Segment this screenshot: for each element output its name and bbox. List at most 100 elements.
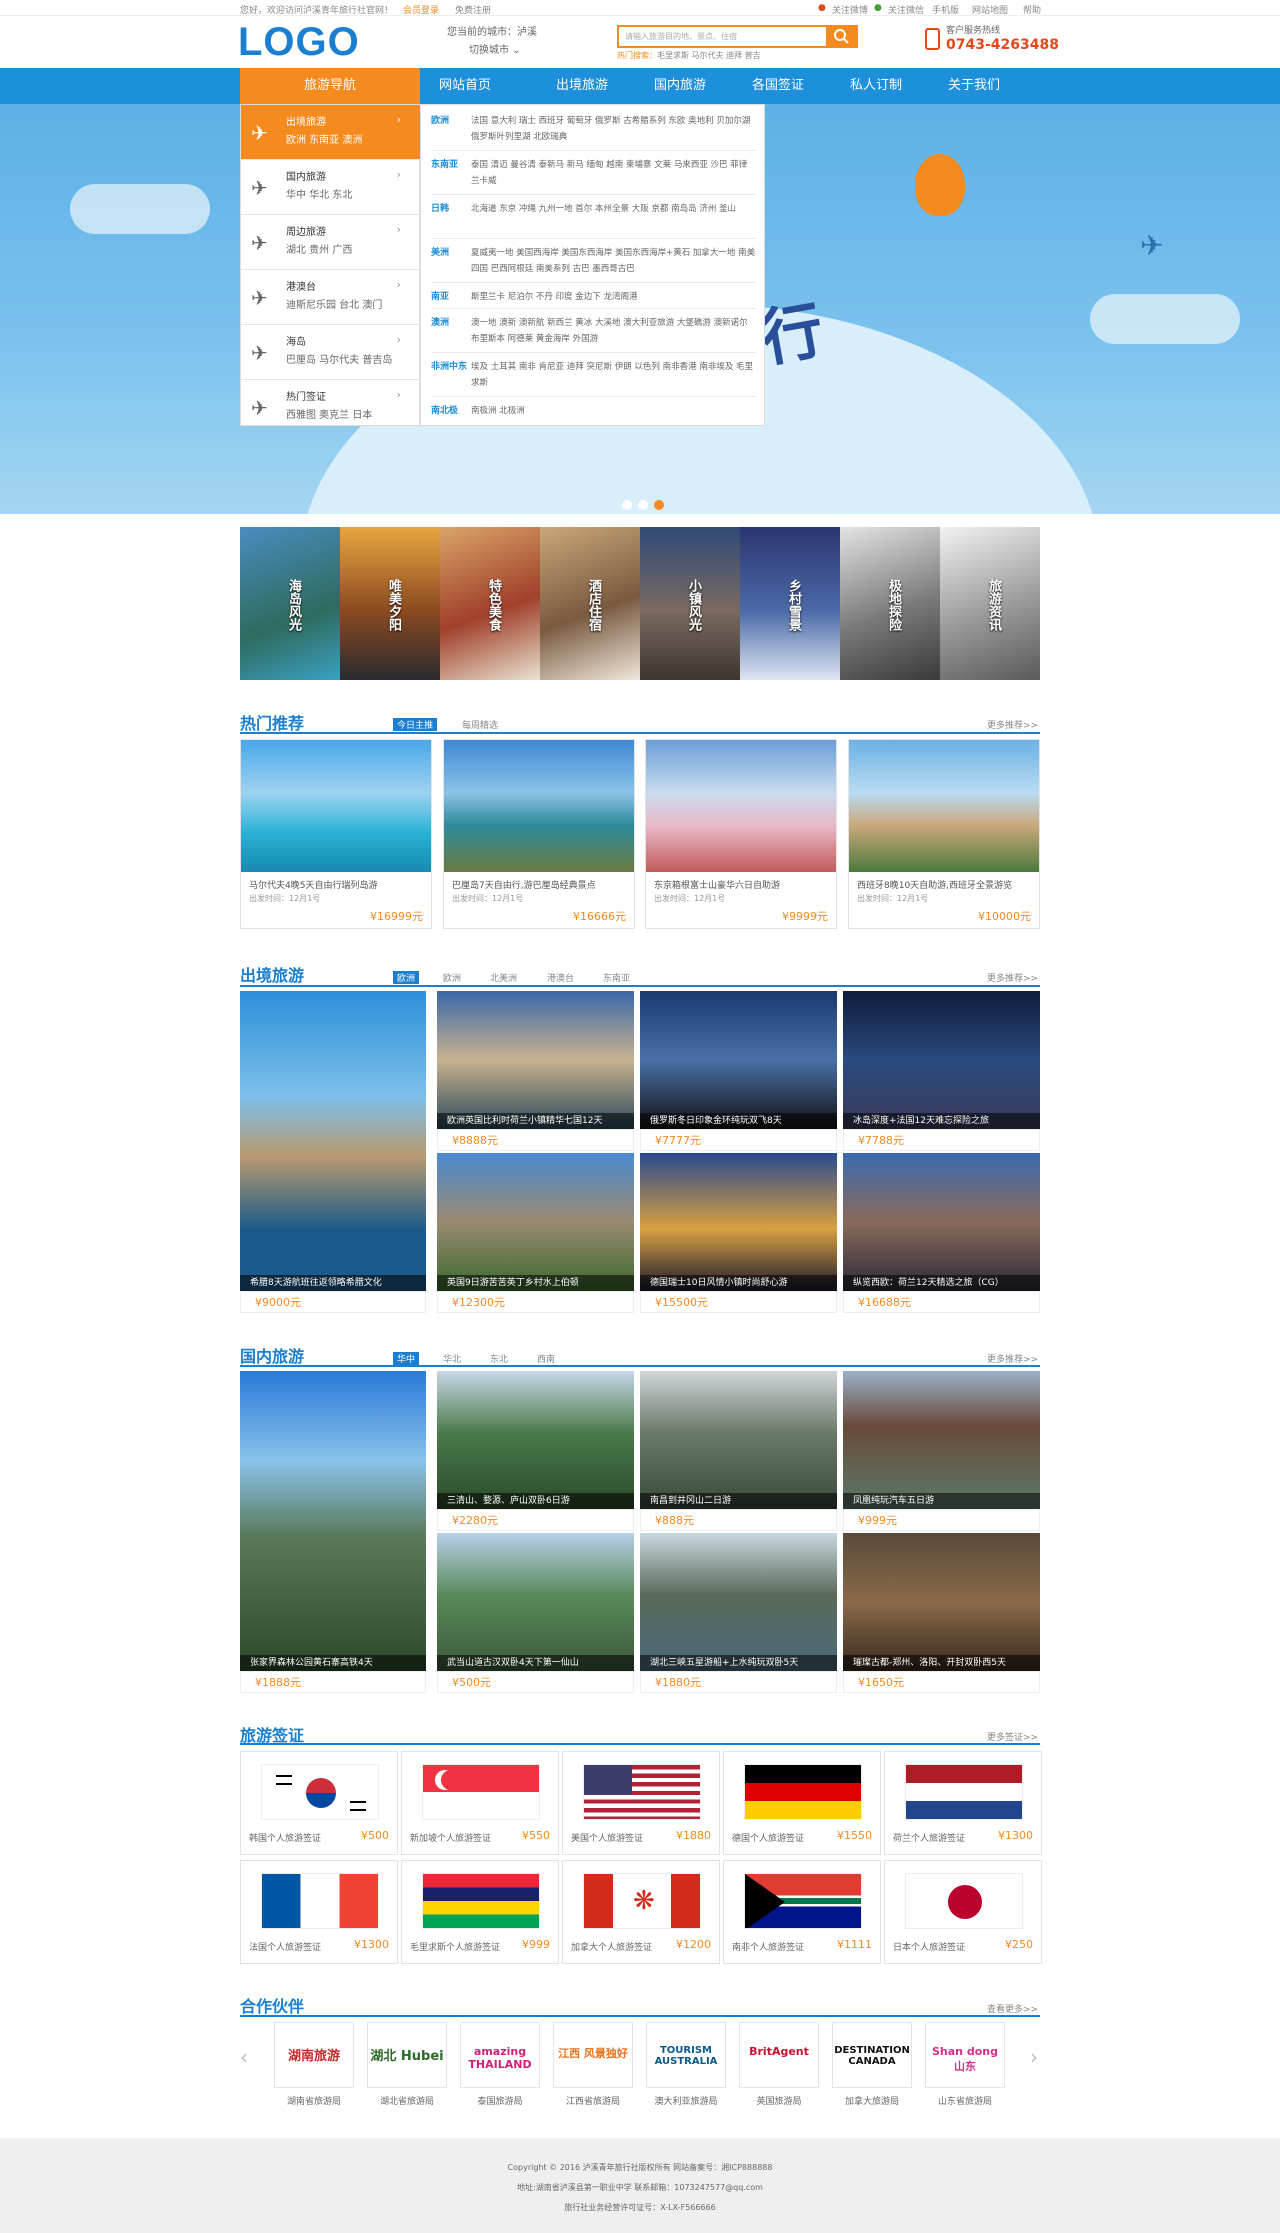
nav-outbound[interactable]: 出境旅游	[534, 68, 630, 104]
visa-card[interactable]: 新加坡个人旅游签证 ¥550	[401, 1751, 559, 1855]
tour-title[interactable]: 东京箱根富士山豪华六日自助游	[646, 872, 836, 891]
more-link[interactable]: 更多推荐>>	[987, 718, 1038, 731]
carousel-dot[interactable]	[622, 500, 632, 510]
category-tile[interactable]: 酒店住宿	[540, 527, 640, 680]
tab-central[interactable]: 华中	[393, 1352, 420, 1365]
visa-card[interactable]: ❋ 加拿大个人旅游签证 ¥1200	[562, 1860, 720, 1964]
tab-southwest[interactable]: 西南	[537, 1352, 555, 1365]
tour-photo[interactable]: 冰岛深度+法国12天难忘探险之旅 ¥7788元	[843, 991, 1040, 1151]
side-menu-item-domestic[interactable]: ✈ 国内旅游 华中 华北 东北 ›	[241, 160, 421, 215]
visa-card[interactable]: 德国个人旅游签证 ¥1550	[723, 1751, 881, 1855]
tab-northeast[interactable]: 东北	[490, 1352, 508, 1365]
chevron-left-icon[interactable]: ‹	[240, 2045, 248, 2069]
tour-title[interactable]: 马尔代夫4晚5天自由行瑞列岛游	[241, 872, 431, 891]
carousel-dot[interactable]	[638, 500, 648, 510]
mega-region[interactable]: 非洲中东	[431, 359, 467, 375]
tab-europe[interactable]: 欧洲	[393, 971, 420, 984]
tour-title[interactable]: 西班牙8晚10天自助游,西班牙全景游览	[849, 872, 1039, 891]
nav-guide[interactable]: 旅游导航	[240, 68, 420, 104]
tour-photo[interactable]: 纵览西欧：荷兰12天精选之旅（CG） ¥16688元	[843, 1153, 1040, 1313]
side-menu-item-visa[interactable]: ✈ 热门签证 西雅图 奥克兰 日本 ›	[241, 380, 421, 435]
tab-today[interactable]: 今日主推	[393, 718, 438, 731]
tab-sea[interactable]: 东南亚	[603, 971, 630, 984]
tab-hk-macau-tw[interactable]: 港澳台	[547, 971, 574, 984]
tour-card[interactable]: 东京箱根富士山豪华六日自助游 出发时间：12月1号 ¥9999元	[645, 739, 837, 929]
tour-photo[interactable]: 俄罗斯冬日印象金环纯玩双飞8天 ¥7777元	[640, 991, 837, 1151]
help-link[interactable]: 帮助	[1023, 3, 1041, 16]
tab-weekly[interactable]: 每周精选	[462, 718, 498, 731]
more-link[interactable]: 查看更多>>	[987, 2002, 1038, 2015]
login-link[interactable]: 会员登录	[403, 3, 439, 16]
mega-cities[interactable]: 泰国 清迈 曼谷清 泰新马 新马 缅甸 越南 柬埔寨 文莱 马来西亚 沙巴 菲律…	[471, 157, 756, 189]
more-link[interactable]: 更多签证>>	[987, 1730, 1038, 1743]
visa-card[interactable]: 毛里求斯个人旅游签证 ¥999	[401, 1860, 559, 1964]
visa-card[interactable]: 韩国个人旅游签证 ¥500	[240, 1751, 398, 1855]
category-tile[interactable]: 特色美食	[440, 527, 540, 680]
tour-photo[interactable]: 武当山道古汉双卧4天下第一仙山 ¥500元	[437, 1533, 634, 1693]
more-link[interactable]: 更多推荐>>	[987, 1352, 1038, 1365]
category-tile[interactable]: 乡村雪景	[740, 527, 840, 680]
category-tile[interactable]: 旅游资讯	[940, 527, 1040, 680]
side-menu-item-nearby[interactable]: ✈ 周边旅游 湖北 贵州 广西 ›	[241, 215, 421, 270]
side-menu-item-islands[interactable]: ✈ 海岛 巴厘岛 马尔代夫 普吉岛 ›	[241, 325, 421, 380]
tab-north[interactable]: 华北	[443, 1352, 461, 1365]
chevron-right-icon[interactable]: ›	[1030, 2045, 1038, 2069]
side-menu-item-outbound[interactable]: ✈ 出境旅游 欧洲 东南亚 澳洲 ›	[241, 105, 421, 160]
tour-card[interactable]: 巴厘岛7天自由行,游巴厘岛经典景点 出发时间：12月1号 ¥16666元	[443, 739, 635, 929]
tab-europe-2[interactable]: 欧洲	[443, 971, 461, 984]
mega-region[interactable]: 澳洲	[431, 315, 449, 331]
weibo-icon[interactable]: ●	[818, 3, 826, 13]
category-tile[interactable]: 海岛风光	[240, 527, 340, 680]
carousel-dot-active[interactable]	[654, 500, 664, 510]
switch-city-link[interactable]: 切换城市	[469, 45, 509, 56]
category-tile[interactable]: 小镇风光	[640, 527, 740, 680]
side-menu-subs[interactable]: 巴厘岛 马尔代夫 普吉岛	[286, 351, 392, 366]
mega-cities[interactable]: 夏威夷一地 美国西海岸 美国东西海岸 美国东西海岸+黄石 加拿大一地 南美四国 …	[471, 245, 756, 277]
mobile-link[interactable]: 手机版	[932, 3, 959, 16]
tour-photo[interactable]: 三清山、婺源、庐山双卧6日游 ¥2280元	[437, 1371, 634, 1531]
category-tile[interactable]: 极地探险	[840, 527, 940, 680]
side-menu-subs[interactable]: 欧洲 东南亚 澳洲	[286, 131, 362, 146]
side-menu-item-hk-macau-tw[interactable]: ✈ 港澳台 迪斯尼乐园 台北 澳门 ›	[241, 270, 421, 325]
tour-photo[interactable]: 南昌到井冈山二日游 ¥888元	[640, 1371, 837, 1531]
visa-card[interactable]: 美国个人旅游签证 ¥1880	[562, 1751, 720, 1855]
search-input[interactable]: 请输入旅游目的地、景点、住宿	[617, 25, 858, 48]
register-link[interactable]: 免费注册	[455, 3, 491, 16]
nav-visa[interactable]: 各国签证	[730, 68, 826, 104]
partner-logo[interactable]: DESTINATION CANADA	[832, 2022, 912, 2088]
visa-card[interactable]: 日本个人旅游签证 ¥250	[884, 1860, 1042, 1964]
partner-logo[interactable]: amazing THAILAND	[460, 2022, 540, 2088]
nav-custom[interactable]: 私人订制	[828, 68, 924, 104]
mega-cities[interactable]: 南极洲 北极洲	[471, 403, 756, 419]
side-menu-subs[interactable]: 迪斯尼乐园 台北 澳门	[286, 296, 382, 311]
visa-card[interactable]: 南非个人旅游签证 ¥1111	[723, 1860, 881, 1964]
mega-cities[interactable]: 法国 意大利 瑞士 西班牙 葡萄牙 俄罗斯 古希腊系列 东欧 奥地利 贝加尔湖 …	[471, 113, 756, 145]
mega-region[interactable]: 欧洲	[431, 113, 449, 129]
mega-region[interactable]: 日韩	[431, 201, 449, 217]
tab-north-america[interactable]: 北美洲	[490, 971, 517, 984]
city-selector[interactable]: 您当前的城市：泸溪 切换城市 ⌄	[447, 24, 537, 60]
more-link[interactable]: 更多推荐>>	[987, 971, 1038, 984]
tour-photo[interactable]: 英国9日游苦苦英丁乡村水上伯顿 ¥12300元	[437, 1153, 634, 1313]
hot-search-terms[interactable]: 毛里求斯 马尔代夫 迪拜 普吉	[657, 51, 761, 60]
mega-cities[interactable]: 北海道 东京 冲绳 九州一地 首尔 本州全景 大阪 京都 南岛岛 济州 釜山	[471, 201, 756, 217]
tour-photo[interactable]: 湖北三峡五星游船+上水纯玩双卧5天 ¥1880元	[640, 1533, 837, 1693]
sitemap-link[interactable]: 网站地图	[972, 3, 1008, 16]
nav-home[interactable]: 网站首页	[417, 68, 513, 104]
partner-logo[interactable]: Shan dong 山东	[925, 2022, 1005, 2088]
partner-logo[interactable]: 湖北 Hubei	[367, 2022, 447, 2088]
wechat-icon[interactable]: ●	[874, 3, 882, 13]
tour-photo[interactable]: 凤凰纯玩汽车五日游 ¥999元	[843, 1371, 1040, 1531]
mega-region[interactable]: 南北极	[431, 403, 458, 419]
partner-logo[interactable]: TOURISM AUSTRALIA	[646, 2022, 726, 2088]
mega-cities[interactable]: 斯里兰卡 尼泊尔 不丹 印度 金边下 龙湾阁港	[471, 289, 756, 305]
tour-photo[interactable]: 德国瑞士10日风情小镇时尚舒心游 ¥15500元	[640, 1153, 837, 1313]
mega-region[interactable]: 美洲	[431, 245, 449, 261]
visa-card[interactable]: 法国个人旅游签证 ¥1300	[240, 1860, 398, 1964]
category-tile[interactable]: 唯美夕阳	[340, 527, 440, 680]
tour-photo[interactable]: 璀璨古都-郑州、洛阳、开封双卧西5天 ¥1650元	[843, 1533, 1040, 1693]
feature-tour[interactable]: 张家界森林公园黄石寨高铁4天 ¥1888元	[240, 1371, 426, 1693]
partner-logo[interactable]: BritAgent	[739, 2022, 819, 2088]
partner-logo[interactable]: 湖南旅游	[274, 2022, 354, 2088]
follow-weibo-link[interactable]: 关注微博	[832, 3, 868, 16]
